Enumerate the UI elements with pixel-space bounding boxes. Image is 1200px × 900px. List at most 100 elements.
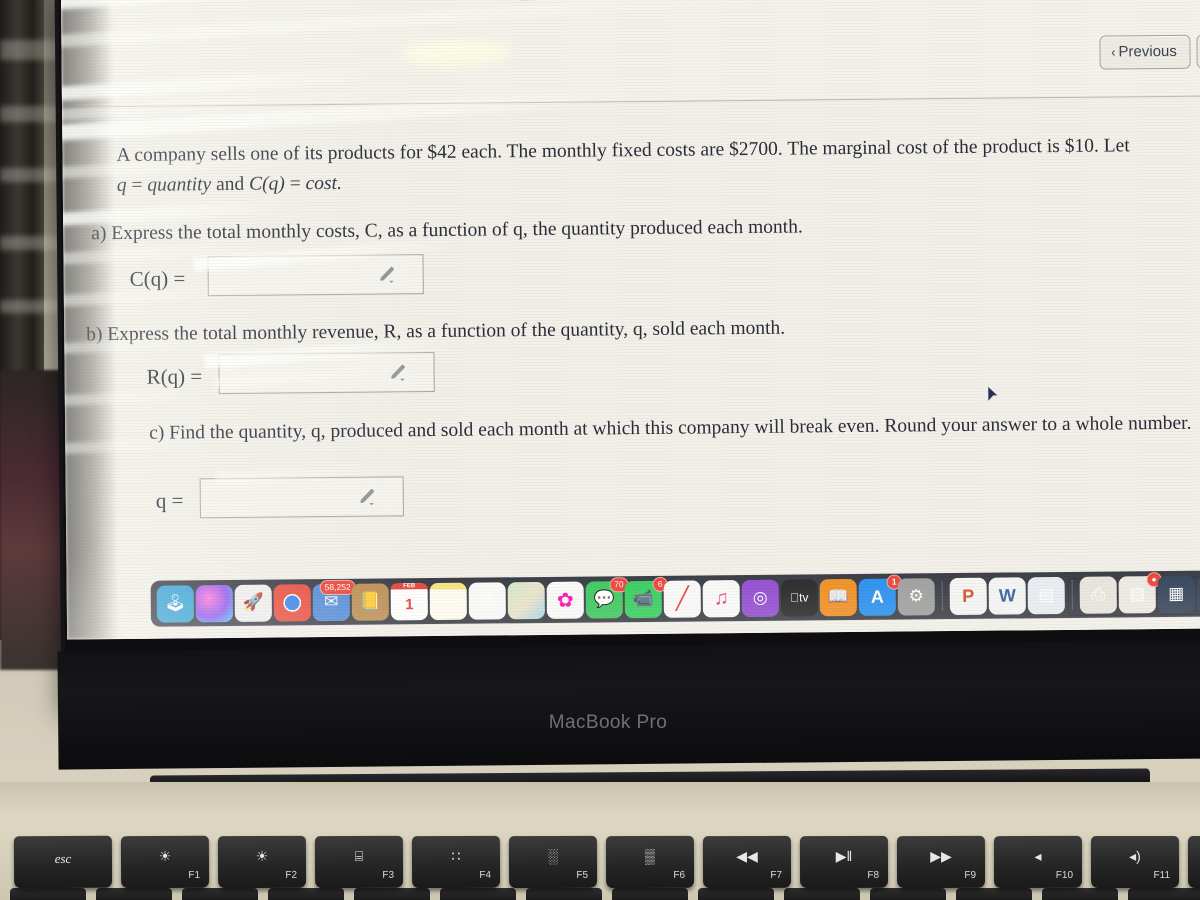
key-f5-keyboard-light-down-label: F5 (576, 869, 589, 881)
books-icon[interactable]: 📖 (819, 578, 857, 616)
homework-webpage: ITEMS INFO 6. ‹Previous Nex A company se… (60, 0, 1200, 640)
key-f3-mission-control-glyph: ⌸ (354, 847, 364, 865)
word-cost: cost. (305, 172, 342, 195)
pencil-icon[interactable] (379, 265, 397, 284)
key-f1-brightness-down-label: F1 (188, 869, 201, 881)
previous-button-label: Previous (1118, 42, 1177, 61)
notes-icon[interactable] (429, 582, 467, 620)
problem-part-b-text: b) Express the total monthly revenue, R,… (86, 317, 786, 346)
key-f4-launchpad[interactable]: ∷ F4 (411, 835, 501, 889)
key-f6-keyboard-light-up-glyph: ▒ (644, 847, 655, 865)
mouse-cursor (987, 384, 1000, 404)
label-q: q = (155, 488, 184, 513)
podcasts-icon[interactable]: ◎ (741, 579, 779, 624)
running-indicator-dot (602, 621, 607, 625)
key-f11-volume-down-label: F11 (1153, 869, 1171, 881)
key-f3-mission-control-label: F3 (382, 869, 395, 881)
answer-input-c-of-q[interactable] (207, 254, 424, 297)
contacts-icon[interactable]: 📒 (351, 582, 389, 621)
key-f11-volume-down-glyph: ◂) (1129, 847, 1141, 865)
equals-2: = (284, 173, 306, 195)
laptop-chin (57, 640, 1200, 770)
key-f7-rewind-label: F7 (770, 869, 783, 881)
key-f6-keyboard-light-up-label: F6 (673, 869, 686, 881)
previous-button[interactable]: ‹ Previous (1098, 34, 1192, 70)
key-f7-rewind[interactable]: ◀◀ F7 (702, 835, 792, 889)
macbook-pro-branding: MacBook Pro (548, 712, 668, 733)
running-indicator-dot (1005, 618, 1010, 622)
running-indicator-dot (291, 624, 295, 628)
key-f7-rewind-glyph: ◀◀ (736, 847, 758, 865)
music-icon[interactable]: ♫ (702, 579, 740, 624)
running-indicator-dot (758, 620, 763, 624)
page-topbar: ITEMS INFO 6. ‹Previous Nex (60, 0, 1200, 108)
key-f1-brightness-down-glyph: ☀ (158, 847, 172, 865)
minimized-window-1-icon[interactable]: ▦ (1157, 575, 1195, 613)
pencil-icon[interactable] (390, 363, 408, 381)
problem-stem: A company sells one of its products for … (116, 130, 1200, 201)
key-f2-brightness-up[interactable]: ☀ F2 (217, 835, 307, 889)
key-f2-brightness-up-glyph: ☀ (255, 847, 269, 865)
finder-icon[interactable]: 🕹 (156, 584, 194, 623)
problem-part-c-text: c) Find the quantity, q, produced and so… (149, 412, 1192, 444)
minimized-doc-icon[interactable]: ▧ ● (1118, 571, 1162, 613)
mail-icon[interactable]: ✉ 58,252 (312, 579, 356, 628)
key-f8-play-pause[interactable]: ▶‖ F8 (799, 835, 889, 889)
key-f1-brightness-down[interactable]: ☀ F1 (120, 835, 210, 889)
reminders-icon[interactable]: ≣ (468, 581, 506, 620)
pages-icon[interactable]: ╱ (663, 579, 701, 618)
problem-part-a-text: a) Express the total monthly costs, C, a… (91, 216, 803, 245)
key-f6-keyboard-light-up[interactable]: ▒ F6 (605, 835, 695, 889)
running-indicator-dot (966, 618, 971, 622)
key-f12-volume-up[interactable]: ◂))F12 (1187, 835, 1200, 889)
calendar-icon[interactable]: FEB 1 (390, 582, 428, 620)
system-preferences-icon[interactable]: ⚙ (897, 577, 935, 616)
key-f5-keyboard-light-down[interactable]: ░ F5 (508, 835, 598, 889)
pencil-icon[interactable] (359, 488, 377, 506)
key-f11-volume-down[interactable]: ◂) F11 (1090, 835, 1180, 889)
dock-separator (941, 581, 943, 612)
app-store-icon[interactable]: A1 (858, 574, 902, 616)
key-f9-fast-forward-label: F9 (964, 869, 977, 881)
messages-icon[interactable]: 💬 70 (585, 576, 629, 625)
photos-icon[interactable]: ✿ (546, 581, 584, 619)
key-esc-glyph: esc (54, 850, 72, 867)
answer-input-r-of-q[interactable] (218, 352, 435, 395)
answer-input-q[interactable] (199, 476, 404, 519)
facetime-icon[interactable]: 📹 6 (624, 576, 668, 618)
variable-q: q (116, 174, 127, 197)
key-f8-play-pause-glyph: ▶‖ (835, 847, 853, 865)
siri-icon[interactable] (195, 584, 233, 622)
google-chrome-icon[interactable] (273, 583, 311, 628)
key-f10-mute[interactable]: ◂ F10 (993, 835, 1083, 889)
key-f4-launchpad-label: F4 (479, 869, 492, 881)
function-key-row[interactable]: esc ☀ F1 ☀ F2 ⌸ F3 ∷ F4 ░ F5 ▒ F6 ◀◀ F7 ▶‖ F8 ▶▶ F9 ◂ F10 ◂) F… (0, 835, 1200, 900)
navigation-buttons: ‹Previous Nex (1098, 34, 1200, 70)
printer-window-icon[interactable]: ⎙ (1079, 575, 1117, 614)
key-f9-fast-forward[interactable]: ▶▶ F9 (896, 835, 986, 889)
running-indicator-dot (797, 620, 802, 624)
function-c-of-q: C(q) (249, 173, 285, 195)
dock-separator-2 (1071, 579, 1073, 610)
minimized-window-2-icon[interactable]: ▦ (1196, 574, 1200, 613)
badge-count: 58,252 (319, 579, 356, 596)
key-f4-launchpad-glyph: ∷ (451, 847, 461, 865)
apple-tv-icon[interactable]: tv (780, 578, 818, 624)
chevron-left-icon: ‹ (1111, 44, 1116, 60)
launchpad-icon[interactable]: 🚀 (234, 584, 272, 622)
screenshot-root: ITEMS INFO 6. ‹Previous Nex A company se… (0, 0, 1200, 900)
key-esc[interactable]: esc (13, 835, 113, 889)
running-indicator-dot (330, 624, 334, 628)
laptop-screen: ITEMS INFO 6. ‹Previous Nex A company se… (60, 0, 1200, 640)
key-f2-brightness-up-label: F2 (285, 869, 298, 881)
key-f10-mute-glyph: ◂ (1034, 847, 1042, 865)
equals-1: = (126, 174, 148, 196)
maps-icon[interactable] (507, 581, 545, 619)
document-preview-icon[interactable]: ▤ (1027, 576, 1065, 614)
word-icon[interactable]: W (988, 576, 1026, 622)
word-quantity: quantity (147, 174, 212, 196)
powerpoint-icon[interactable]: P (949, 577, 987, 622)
word-and: and (211, 173, 250, 196)
problem-body: A company sells one of its products for … (62, 96, 1200, 639)
key-f3-mission-control[interactable]: ⌸ F3 (314, 835, 404, 889)
